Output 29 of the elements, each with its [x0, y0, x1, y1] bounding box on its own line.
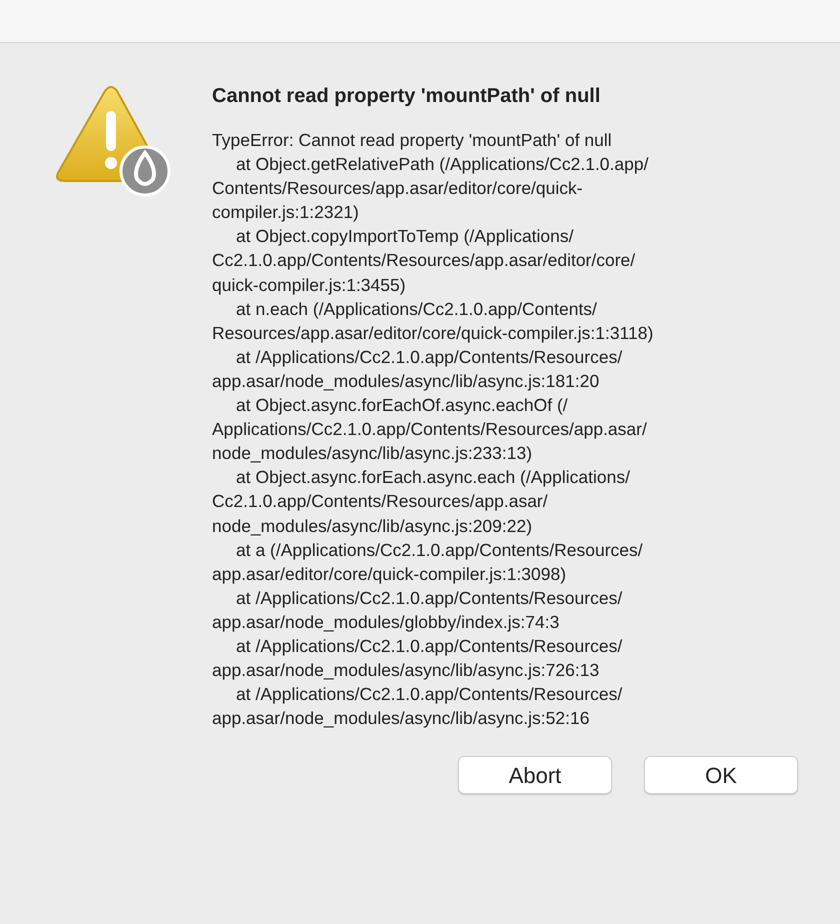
error-message-line: at n.each (/Applications/Cc2.1.0.app/Contents/	[235, 298, 598, 321]
error-message-line: app.asar/node_modules/globby/index.js:74:3	[212, 610, 560, 634]
dialog-title: Cannot read property 'mountPath' of null	[212, 84, 602, 109]
error-message-line: node_modules/async/lib/async.js:233:13)	[212, 442, 534, 466]
error-message-line: quick-compiler.js:1:3455)	[212, 274, 407, 297]
error-message-line: compiler.js:1:2321)	[212, 201, 360, 224]
error-message-line: node_modules/async/lib/async.js:209:22)	[212, 514, 534, 538]
error-message-line: app.asar/node_modules/async/lib/async.js:726:13	[212, 659, 600, 682]
error-message-line: app.asar/node_modules/async/lib/async.js:181:20	[212, 370, 600, 393]
error-message-line: at Object.async.forEach.async.each (/Applications/	[235, 466, 631, 490]
error-message-line: at /Applications/Cc2.1.0.app/Contents/Resources/	[235, 346, 624, 369]
error-message-line: at /Applications/Cc2.1.0.app/Contents/Resources/	[235, 683, 624, 706]
error-message-line: app.asar/editor/core/quick-compiler.js:1:3098)	[212, 562, 568, 586]
error-message-line: Applications/Cc2.1.0.app/Contents/Resources/app.asar/	[212, 418, 648, 442]
error-message-line: Cc2.1.0.app/Contents/Resources/app.asar/editor/core/	[212, 249, 636, 272]
error-message-line: Cc2.1.0.app/Contents/Resources/app.asar/	[212, 490, 549, 514]
error-message-line: Contents/Resources/app.asar/editor/core/quick-	[212, 177, 584, 200]
error-message-line: at /Applications/Cc2.1.0.app/Contents/Resources/	[235, 586, 624, 610]
error-message-line: Resources/app.asar/editor/core/quick-compiler.js:1:3118)	[212, 322, 654, 345]
error-message-line: TypeError: Cannot read property 'mountPath' of null	[212, 129, 613, 152]
error-message-line: at Object.copyImportToTemp (/Applications/	[235, 225, 575, 248]
error-message-line: app.asar/node_modules/async/lib/async.js:52:16	[212, 707, 590, 730]
error-message-line: at /Applications/Cc2.1.0.app/Contents/Resources/	[235, 634, 624, 658]
dialog-button[interactable]: Abort	[458, 756, 612, 794]
warning-icon	[53, 85, 173, 197]
error-message-line: at a (/Applications/Cc2.1.0.app/Contents/Resources/	[235, 538, 644, 562]
error-message-line: at Object.async.forEachOf.async.eachOf (/	[235, 394, 569, 418]
dialog-button[interactable]: OK	[644, 756, 798, 794]
error-message-line: at Object.getRelativePath (/Applications/Cc2.1.0.app/	[235, 153, 650, 176]
